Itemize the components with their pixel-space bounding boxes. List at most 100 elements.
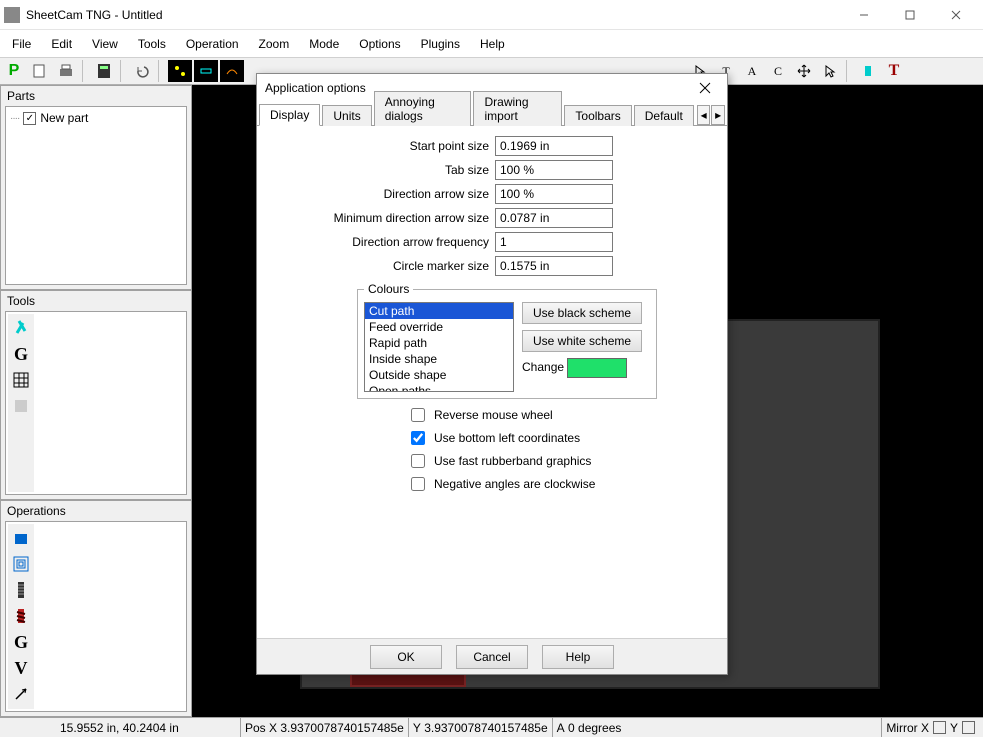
- posx-value: 3.9370078740157485e: [280, 721, 403, 735]
- arc-cursor-icon[interactable]: A: [740, 60, 764, 82]
- menu-help[interactable]: Help: [470, 30, 515, 57]
- menu-file[interactable]: File: [2, 30, 41, 57]
- print-icon[interactable]: [54, 60, 78, 82]
- highlight-icon[interactable]: [856, 60, 880, 82]
- status-posx: Pos X 3.9370078740157485e: [240, 718, 408, 737]
- input-circle-marker-size[interactable]: [495, 256, 613, 276]
- input-dir-arrow-size[interactable]: [495, 184, 613, 204]
- tool-hatch-icon[interactable]: [10, 394, 32, 418]
- operations-panel-title: Operations: [1, 501, 191, 521]
- white-scheme-button[interactable]: Use white scheme: [522, 330, 642, 352]
- close-button[interactable]: [933, 0, 979, 30]
- maximize-button[interactable]: [887, 0, 933, 30]
- op-spiral-icon[interactable]: [10, 552, 32, 576]
- titlebar: SheetCam TNG - Untitled: [0, 0, 983, 30]
- mirrory-checkbox[interactable]: [962, 721, 975, 734]
- status-coords: 15.9552 in, 40.2404 in: [0, 718, 240, 737]
- change-label: Change: [522, 360, 564, 374]
- menu-mode[interactable]: Mode: [299, 30, 349, 57]
- tab-scroll-right[interactable]: ▸: [711, 105, 725, 125]
- operations-mini-toolbar: G V: [8, 524, 34, 709]
- parts-panel-title: Parts: [1, 86, 191, 106]
- colours-listbox[interactable]: Cut path Feed override Rapid path Inside…: [364, 302, 514, 392]
- tools-panel-title: Tools: [1, 291, 191, 311]
- cursor2-icon[interactable]: [818, 60, 842, 82]
- menu-tools[interactable]: Tools: [128, 30, 176, 57]
- colour-item-feed-override[interactable]: Feed override: [365, 319, 513, 335]
- view-mode-3-icon[interactable]: [220, 60, 244, 82]
- undo-icon[interactable]: [130, 60, 154, 82]
- row-bottom-left: Use bottom left coordinates: [267, 428, 717, 448]
- input-tab-size[interactable]: [495, 160, 613, 180]
- row-start-point-size: Start point size: [267, 136, 717, 156]
- app-icon: [4, 7, 20, 23]
- tools-panel: Tools G: [0, 290, 192, 500]
- mirrorx-checkbox[interactable]: [933, 721, 946, 734]
- menu-operation[interactable]: Operation: [176, 30, 249, 57]
- help-button[interactable]: Help: [542, 645, 614, 669]
- parts-panel-body[interactable]: ···· ✓ New part: [5, 106, 187, 285]
- parts-tree-item[interactable]: ···· ✓ New part: [8, 109, 184, 127]
- op-v-icon[interactable]: V: [10, 656, 32, 680]
- a-label: A: [557, 721, 565, 735]
- tab-toolbars[interactable]: Toolbars: [564, 105, 631, 126]
- new-file-icon[interactable]: [28, 60, 52, 82]
- ok-button[interactable]: OK: [370, 645, 442, 669]
- a-value: 0 degrees: [568, 721, 621, 735]
- menu-plugins[interactable]: Plugins: [411, 30, 470, 57]
- colour-item-rapid-path[interactable]: Rapid path: [365, 335, 513, 351]
- window-buttons: [841, 0, 979, 30]
- posx-label: Pos X: [245, 721, 277, 735]
- black-scheme-button[interactable]: Use black scheme: [522, 302, 642, 324]
- check-reverse-mouse[interactable]: [411, 408, 425, 422]
- check-fast-rubber[interactable]: [411, 454, 425, 468]
- colour-item-outside-shape[interactable]: Outside shape: [365, 367, 513, 383]
- tab-annoying[interactable]: Annoying dialogs: [374, 91, 472, 126]
- colour-item-cut-path[interactable]: Cut path: [365, 303, 513, 319]
- tool-plasma-icon[interactable]: [10, 316, 32, 340]
- view-mode-1-icon[interactable]: [168, 60, 192, 82]
- mirrory-label: Y: [950, 721, 958, 735]
- op-layer-icon[interactable]: [10, 526, 32, 550]
- center-cursor-icon[interactable]: C: [766, 60, 790, 82]
- input-min-dir-arrow-size[interactable]: [495, 208, 613, 228]
- colour-item-inside-shape[interactable]: Inside shape: [365, 351, 513, 367]
- colour-swatch[interactable]: [567, 358, 627, 378]
- text-tool-icon[interactable]: T: [882, 60, 906, 82]
- minimize-button[interactable]: [841, 0, 887, 30]
- input-start-point-size[interactable]: [495, 136, 613, 156]
- tab-drawing-import[interactable]: Drawing import: [473, 91, 562, 126]
- menu-zoom[interactable]: Zoom: [249, 30, 300, 57]
- cancel-button[interactable]: Cancel: [456, 645, 528, 669]
- row-dir-arrow-freq: Direction arrow frequency: [267, 232, 717, 252]
- op-arrow-icon[interactable]: [10, 682, 32, 706]
- row-neg-angles: Negative angles are clockwise: [267, 474, 717, 494]
- tab-default[interactable]: Default: [634, 105, 694, 126]
- input-dir-arrow-freq[interactable]: [495, 232, 613, 252]
- operations-panel-body: G V: [5, 521, 187, 712]
- menu-view[interactable]: View: [82, 30, 128, 57]
- label-tab-size: Tab size: [267, 163, 495, 177]
- move-icon[interactable]: [792, 60, 816, 82]
- colour-side-controls: Use black scheme Use white scheme Change: [522, 302, 642, 392]
- label-circle-marker-size: Circle marker size: [267, 259, 495, 273]
- dialog-close-button[interactable]: [691, 74, 719, 102]
- menu-options[interactable]: Options: [349, 30, 410, 57]
- tab-scroll-left[interactable]: ◂: [697, 105, 711, 125]
- menu-edit[interactable]: Edit: [41, 30, 82, 57]
- view-mode-2-icon[interactable]: [194, 60, 218, 82]
- check-neg-angles[interactable]: [411, 477, 425, 491]
- op-g-icon[interactable]: G: [10, 630, 32, 654]
- calculator-icon[interactable]: [92, 60, 116, 82]
- op-stripe-icon[interactable]: [10, 604, 32, 628]
- tool-grid-icon[interactable]: [10, 368, 32, 392]
- postprocess-icon[interactable]: P: [2, 60, 26, 82]
- check-bottom-left[interactable]: [411, 431, 425, 445]
- menubar: File Edit View Tools Operation Zoom Mode…: [0, 30, 983, 57]
- op-tower-icon[interactable]: [10, 578, 32, 602]
- part-checkbox[interactable]: ✓: [23, 112, 36, 125]
- tab-display[interactable]: Display: [259, 104, 320, 126]
- tool-g-icon[interactable]: G: [10, 342, 32, 366]
- colour-item-open-paths[interactable]: Open paths: [365, 383, 513, 392]
- tab-units[interactable]: Units: [322, 105, 371, 126]
